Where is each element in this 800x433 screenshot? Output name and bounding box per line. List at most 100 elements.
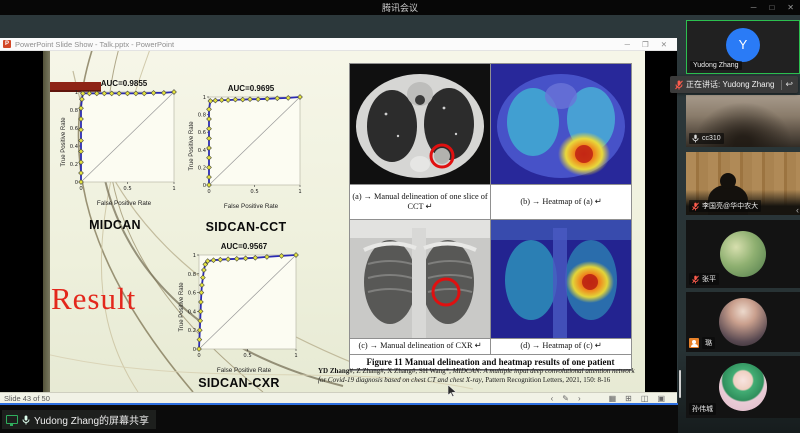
- mic-muted-icon: [675, 80, 683, 90]
- screen-share-banner: Yudong Zhang的屏幕共享: [2, 410, 156, 429]
- svg-text:1: 1: [298, 189, 301, 195]
- caption-c: (c) → Manual delineation of CXR ↵: [350, 339, 490, 354]
- toast-reply-icon[interactable]: ↩: [785, 79, 793, 90]
- next-slide-icon[interactable]: ›: [578, 394, 581, 403]
- video-tile-active-speaker[interactable]: Y Yudong Zhang: [686, 20, 800, 74]
- cxr-heatmap-image: [491, 220, 631, 338]
- caption-d: (d) → Heatmap of (c) ↵: [491, 339, 631, 354]
- participant-name-label: 璐: [689, 337, 715, 349]
- svg-text:0.4: 0.4: [198, 148, 207, 154]
- model-label-midcan: MIDCAN: [60, 218, 170, 232]
- powerpoint-window-controls: ─ ❐ ✕: [625, 40, 677, 49]
- powerpoint-statusbar: Slide 43 of 50 ‹ ✎ › ▦ ⊞ ◫ ▣: [0, 392, 677, 403]
- minimize-icon[interactable]: ─: [751, 3, 757, 12]
- auc-label: AUC=0.9855: [68, 79, 180, 88]
- svg-text:0: 0: [79, 186, 82, 192]
- roc-chart-sidcan-cxr: AUC=0.9567 True Positive Rate 00.20.40.6…: [176, 242, 302, 374]
- svg-text:0: 0: [203, 183, 206, 189]
- video-tile-sunweicheng[interactable]: 孙伟城: [686, 356, 800, 418]
- speaking-toast[interactable]: 正在讲话: Yudong Zhang ↩: [670, 76, 798, 93]
- participant-name-label: 孙伟城: [689, 403, 716, 415]
- close-icon[interactable]: ✕: [787, 3, 794, 12]
- mic-muted-icon: [692, 275, 699, 284]
- ct-image: [350, 64, 490, 184]
- ct-heatmap-image: [491, 64, 631, 184]
- collapse-sidebar-chevron[interactable]: ‹: [796, 205, 799, 215]
- previous-slide-icon[interactable]: ‹: [551, 394, 554, 403]
- svg-text:0.5: 0.5: [123, 186, 131, 192]
- powerpoint-titlebar: P PowerPoint Slide Show - Talk.pptx - Po…: [0, 38, 677, 51]
- ppt-close-icon[interactable]: ✕: [661, 40, 667, 49]
- svg-text:0.4: 0.4: [70, 144, 79, 150]
- zoom-slide-icon[interactable]: ⊞: [625, 394, 632, 403]
- maximize-icon[interactable]: □: [769, 3, 774, 12]
- svg-text:1: 1: [172, 186, 175, 192]
- svg-text:0.6: 0.6: [188, 291, 196, 297]
- roc-chart-midcan: AUC=0.9855 True Positive Rate 00.20.40.6…: [58, 79, 180, 207]
- cxr-image: [350, 220, 490, 338]
- caption-a: (a) → Manual delineation of one slice of…: [350, 185, 490, 219]
- roc-plot: 00.20.40.60.8100.51: [68, 88, 178, 194]
- avatar: [719, 363, 767, 411]
- svg-text:1: 1: [193, 253, 196, 259]
- mic-icon: [692, 134, 699, 143]
- slideshow-view-icon[interactable]: ▣: [657, 394, 665, 403]
- video-tile-liguoliang[interactable]: 李国亮@华中农大: [686, 152, 800, 215]
- participant-name: 璐: [702, 337, 715, 349]
- svg-text:0.2: 0.2: [198, 165, 206, 171]
- mic-icon: [22, 415, 30, 425]
- participant-name-label: 李国亮@华中农大: [689, 200, 761, 212]
- toast-divider: [781, 80, 782, 90]
- avatar: [720, 231, 766, 277]
- see-all-slides-icon[interactable]: ▦: [609, 394, 617, 403]
- ppt-restore-icon[interactable]: ❐: [642, 40, 649, 49]
- participant-name-label: Yudong Zhang: [690, 61, 742, 70]
- svg-text:0.4: 0.4: [188, 309, 197, 315]
- x-axis-label: False Positive Rate: [68, 200, 180, 207]
- svg-text:0.5: 0.5: [243, 353, 251, 359]
- powerpoint-logo-icon: P: [3, 40, 11, 48]
- video-tile-cc310[interactable]: cc310: [686, 95, 800, 147]
- svg-text:0.6: 0.6: [198, 130, 206, 136]
- participant-name: 李国亮@华中农大: [702, 201, 758, 211]
- roc-chart-sidcan-cct: AUC=0.9695 True Positive Rate 0 0.2 0.4 0.6…: [186, 84, 306, 210]
- bottom-bar: Yudong Zhang的屏幕共享: [0, 405, 678, 433]
- svg-text:1: 1: [203, 95, 206, 101]
- y-axis-label: True Positive Rate: [179, 276, 185, 338]
- participant-name-label: cc310: [689, 133, 724, 144]
- svg-text:0: 0: [193, 347, 196, 353]
- caption-b: (b) → Heatmap of (a) ↵: [491, 185, 631, 219]
- svg-text:0: 0: [207, 189, 210, 195]
- ppt-minimize-icon[interactable]: ─: [625, 40, 630, 49]
- app-title: 腾讯会议: [382, 1, 418, 14]
- video-tile-zhangping[interactable]: 张平: [686, 220, 800, 288]
- powerpoint-title: PowerPoint Slide Show - Talk.pptx - Powe…: [15, 40, 174, 49]
- svg-text:0: 0: [197, 353, 200, 359]
- auc-label: AUC=0.9695: [196, 84, 306, 93]
- display-settings-icon[interactable]: ◫: [641, 394, 649, 403]
- citation-first-author: YD Zhang: [318, 367, 349, 375]
- slideshow-stage: Result AUC=0.9855 True Positive Rate 00.…: [0, 51, 677, 392]
- svg-text:1: 1: [294, 353, 297, 359]
- svg-text:0.2: 0.2: [70, 162, 78, 168]
- svg-text:0.8: 0.8: [198, 113, 206, 119]
- svg-text:1: 1: [75, 90, 78, 96]
- participant-name: Yudong Zhang: [693, 62, 739, 69]
- avatar: [719, 298, 767, 346]
- pen-icon[interactable]: ✎: [562, 394, 569, 403]
- y-axis-label: True Positive Rate: [189, 115, 195, 177]
- participant-name-label: 张平: [689, 273, 719, 285]
- auc-label: AUC=0.9567: [186, 242, 302, 251]
- svg-text:0.5: 0.5: [250, 189, 258, 195]
- powerpoint-window: P PowerPoint Slide Show - Talk.pptx - Po…: [0, 38, 677, 403]
- citation-journal: , Pattern Recognition Letters, 2021, 150…: [482, 376, 611, 384]
- x-axis-label: False Positive Rate: [186, 367, 302, 374]
- sidebar-scrollbar[interactable]: [679, 370, 681, 398]
- citation-authors: #, Z Zhang#, X Zhang#, SH Wang*,: [349, 367, 452, 375]
- share-banner-text: Yudong Zhang的屏幕共享: [34, 412, 149, 427]
- slide: Result AUC=0.9855 True Positive Rate 00.…: [43, 51, 645, 392]
- video-tile-lu[interactable]: 璐: [686, 292, 800, 352]
- app-titlebar: 腾讯会议 ─ □ ✕: [0, 0, 800, 15]
- model-label-sidcan-cxr: SIDCAN-CXR: [176, 376, 302, 390]
- speaking-toast-text: 正在讲话: Yudong Zhang: [686, 79, 775, 90]
